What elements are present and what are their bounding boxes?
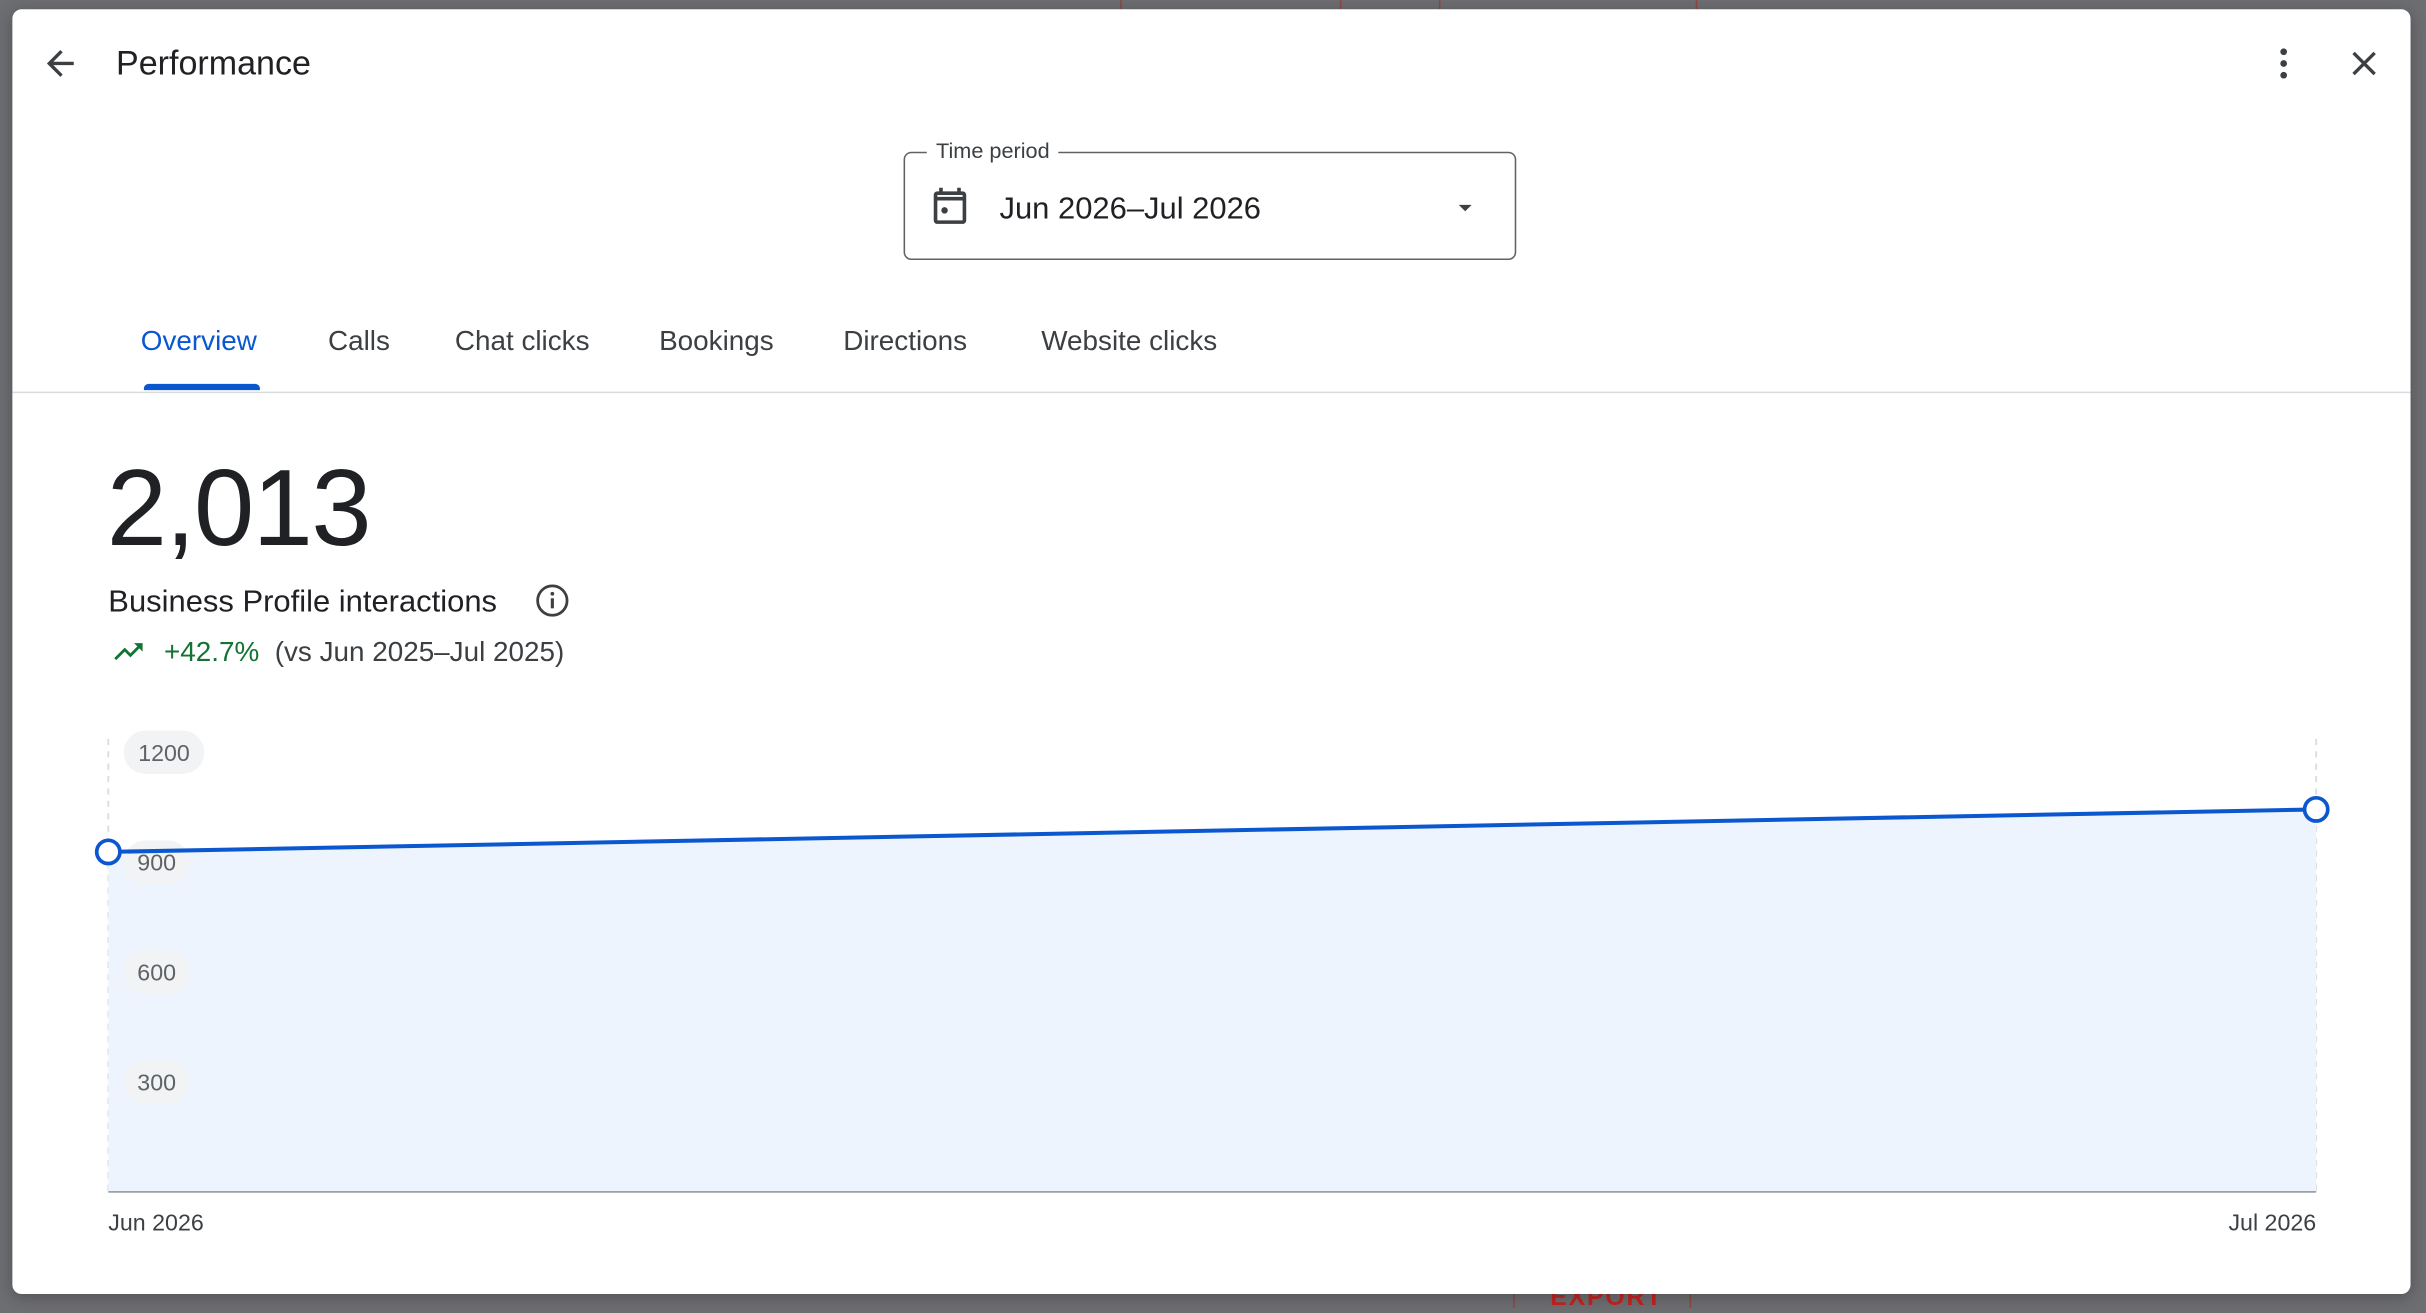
metric-label: Business Profile interactions [108, 585, 498, 620]
trending-up-icon [114, 643, 143, 661]
time-period-label: Time period [926, 136, 1059, 165]
tab-overview[interactable]: Overview [141, 322, 257, 359]
backdrop-line [1513, 1294, 1515, 1308]
tab-website-clicks[interactable]: Website clicks [1041, 322, 1217, 359]
time-period-select[interactable]: Time period Jun 2026–Jul 2026 [903, 136, 1517, 261]
data-point[interactable] [2302, 795, 2330, 823]
trend-row: +42.7% (vs Jun 2025–Jul 2025) [108, 635, 564, 669]
backdrop-line [1689, 1294, 1692, 1308]
y-tick-label: 300 [137, 1069, 176, 1095]
interactions-chart: 300 600 900 1200 Jun 2026 Jul 2026 [94, 730, 2330, 1236]
tab-bar: Overview Calls Chat clicks Bookings Dire… [12, 303, 2411, 394]
x-tick-label: Jul 2026 [2228, 1210, 2316, 1236]
series-area [108, 809, 2317, 1192]
calendar-icon [933, 187, 967, 224]
dialog-title: Performance [116, 43, 311, 83]
comparison-period: (vs Jun 2025–Jul 2025) [274, 636, 565, 668]
more-options-button[interactable] [2256, 36, 2312, 92]
time-period-value: Jun 2026–Jul 2026 [999, 191, 1262, 226]
y-tick-label: 1200 [138, 740, 190, 766]
tab-calls[interactable]: Calls [328, 322, 390, 359]
data-point[interactable] [94, 838, 122, 866]
tab-chat-clicks[interactable]: Chat clicks [455, 322, 590, 359]
tab-bookings[interactable]: Bookings [659, 322, 774, 359]
change-percent: +42.7% [164, 636, 260, 668]
total-interactions-value: 2,013 [106, 447, 372, 569]
active-tab-indicator [143, 383, 260, 391]
close-icon [2352, 51, 2376, 76]
close-button[interactable] [2336, 36, 2392, 92]
dropdown-arrow-icon [1458, 204, 1472, 212]
y-tick-label: 900 [137, 850, 176, 876]
backdrop-line [1120, 0, 1122, 10]
y-tick-label: 600 [137, 960, 176, 986]
info-icon[interactable] [534, 582, 571, 619]
backdrop-line [1339, 0, 1342, 10]
arrow-back-icon [46, 50, 74, 77]
x-tick-label: Jun 2026 [108, 1210, 203, 1236]
backdrop-line [1695, 0, 1698, 10]
back-button[interactable] [32, 36, 88, 92]
screen: EXPORT Performance Time period Jun 2026–… [0, 0, 2426, 1311]
backdrop-line [1438, 0, 1441, 10]
tab-directions[interactable]: Directions [843, 322, 967, 359]
more-vert-icon [2280, 48, 2288, 79]
performance-dialog: Performance Time period Jun 2026–Jul 202… [12, 9, 2411, 1295]
